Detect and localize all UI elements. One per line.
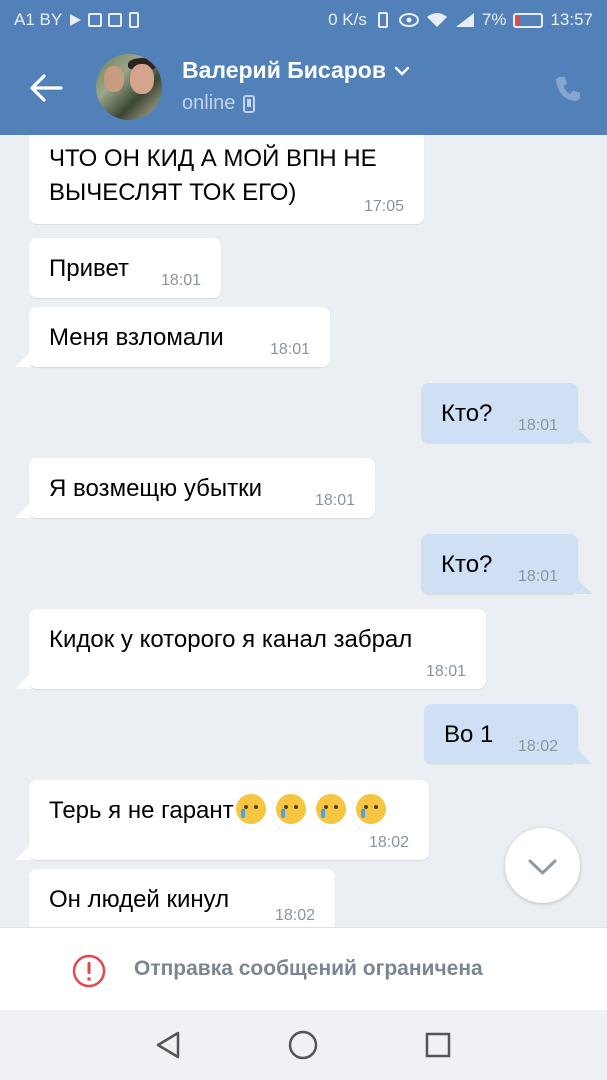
exclamation-circle-icon: [72, 954, 106, 988]
composer-bar: Отправка сообщений ограничена: [0, 927, 607, 1010]
message-time: 18:01: [517, 417, 558, 434]
message-time: 18:02: [368, 834, 409, 851]
alert-icon: [129, 12, 140, 28]
message-text: Кто?: [441, 551, 493, 578]
message-bubble[interactable]: Я возмещю убытки 18:01: [15, 458, 375, 518]
presence-label: online: [182, 92, 236, 114]
message-bubble[interactable]: Привет 18:01: [29, 238, 221, 298]
message-text: Я возмещю убытки: [49, 475, 262, 502]
bubble-tail: [15, 502, 31, 518]
message-list[interactable]: ЧТО ОН КИД А МОЙ ВПН НЕ ВЫЧЕСЛЯТ ТОК ЕГО…: [0, 135, 607, 927]
message-bubble[interactable]: ЧТО ОН КИД А МОЙ ВПН НЕ ВЫЧЕСЛЯТ ТОК ЕГО…: [29, 135, 424, 224]
message-text: Привет: [49, 255, 130, 282]
signal-icon: [455, 13, 474, 27]
presence-status: online: [182, 92, 256, 115]
message-text: Кто?: [441, 400, 493, 427]
triangle-back-icon[interactable]: [152, 1028, 186, 1062]
call-button[interactable]: [553, 74, 583, 104]
back-button[interactable]: [28, 72, 64, 104]
message-text: Он людей кинул: [49, 886, 230, 913]
play-icon: [70, 14, 82, 26]
nav-recents-button[interactable]: [421, 1028, 455, 1062]
message-time: 18:01: [425, 663, 466, 680]
scroll-to-bottom-button[interactable]: [505, 828, 580, 903]
message-bubble[interactable]: Кидок у которого я канал забрал 18:01: [15, 609, 486, 689]
message-bubble[interactable]: Меня взломали 18:01: [15, 307, 330, 367]
status-left: A1 BY: [14, 10, 140, 30]
message-bubble[interactable]: Терь я не гарант 18:02: [15, 780, 429, 860]
clock: 13:57: [550, 10, 593, 29]
bubble-tail: [15, 351, 31, 367]
crying-face-icon: [275, 794, 306, 824]
avatar-face: [104, 66, 124, 92]
message-text: Кидок у которого я канал забрал: [49, 626, 413, 653]
nav-back-button[interactable]: [152, 1028, 186, 1062]
message-time: 18:02: [517, 738, 558, 755]
image-icon: [108, 13, 123, 27]
avatar[interactable]: [96, 54, 162, 120]
system-nav-bar: [0, 1010, 607, 1080]
wifi-icon: [426, 13, 447, 27]
nav-home-button[interactable]: [286, 1028, 320, 1062]
message-text: Терь я не гарант: [49, 797, 234, 824]
message-text: Во 1: [444, 721, 494, 748]
bubble-tail: [15, 673, 31, 689]
contact-name: Валерий Бисаров: [182, 57, 386, 83]
message-time: 17:05: [363, 198, 404, 215]
battery-icon: [513, 12, 544, 28]
message-time: 18:01: [160, 272, 201, 289]
eye-icon: [398, 13, 419, 27]
square-recents-icon[interactable]: [421, 1028, 455, 1062]
message-text: Меня взломали: [49, 324, 224, 351]
bubble-tail: [576, 578, 592, 594]
phone-icon[interactable]: [553, 74, 583, 104]
avatar-face: [130, 64, 154, 94]
status-right: 0 K/s 7% 13:57: [328, 10, 593, 30]
mobile-icon: [243, 94, 256, 113]
message-time: 18:01: [517, 568, 558, 585]
pulse-icon: [88, 13, 103, 27]
message-bubble[interactable]: Кто? 18:01: [421, 534, 592, 594]
net-speed: 0 K/s: [328, 10, 367, 29]
message-time: 18:01: [269, 341, 310, 358]
message-bubble[interactable]: Во 1 18:02: [424, 704, 592, 764]
crying-face-icon: [355, 794, 386, 824]
contact-name-button[interactable]: Валерий Бисаров: [182, 57, 410, 84]
battery-percent: 7%: [481, 10, 507, 29]
chat-header: Валерий Бисаров online: [0, 40, 607, 135]
message-time: 18:01: [314, 492, 355, 509]
bubble-tail: [576, 748, 592, 764]
chevron-down-icon[interactable]: [505, 828, 580, 903]
message-text: ЧТО ОН КИД А МОЙ ВПН НЕ ВЫЧЕСЛЯТ ТОК ЕГО…: [49, 145, 377, 207]
message-bubble[interactable]: Он людей кинул 18:02: [29, 869, 335, 927]
carrier-label: A1 BY: [14, 10, 63, 29]
crying-face-icon: [235, 794, 266, 824]
bubble-tail: [576, 427, 592, 443]
crying-face-icon: [315, 794, 346, 824]
message-time: 18:02: [274, 907, 315, 924]
bubble-tail: [15, 844, 31, 860]
vibrate-icon: [377, 12, 388, 28]
circle-home-icon[interactable]: [286, 1028, 320, 1062]
chevron-down-icon: [394, 66, 410, 76]
restriction-notice: Отправка сообщений ограничена: [134, 957, 483, 980]
message-bubble[interactable]: Кто? 18:01: [421, 383, 592, 443]
arrow-left-icon[interactable]: [28, 72, 64, 104]
status-bar: A1 BY 0 K/s 7% 13:57: [0, 0, 607, 40]
